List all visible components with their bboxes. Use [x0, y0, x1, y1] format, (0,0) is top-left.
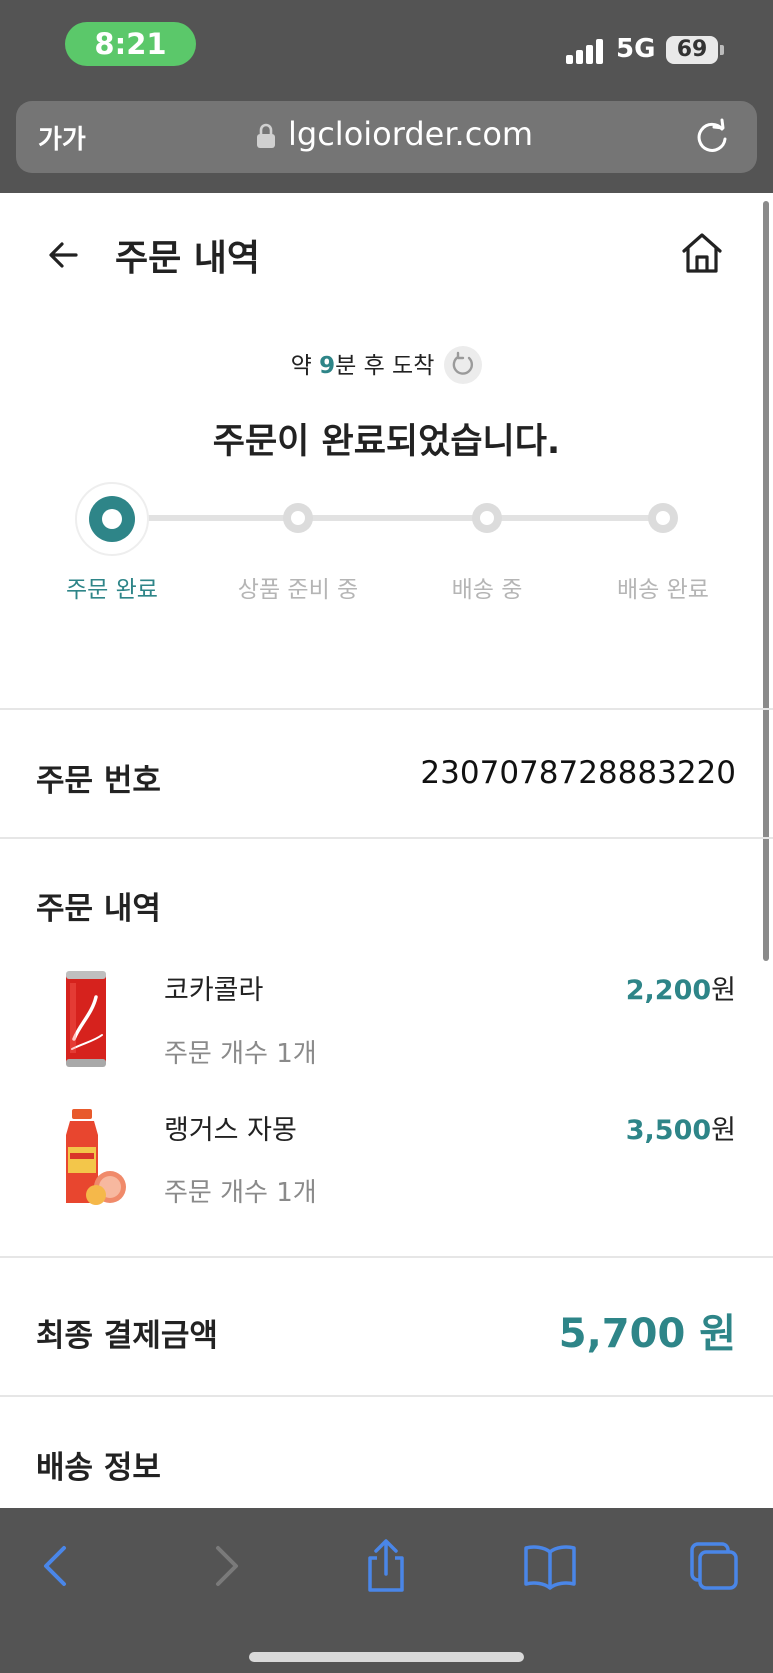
browser-toolbar	[0, 1508, 773, 1673]
refresh-icon	[453, 351, 474, 375]
divider	[0, 708, 773, 710]
eta-suffix: 분 후 도착	[335, 353, 435, 379]
back-icon[interactable]	[30, 1538, 86, 1594]
order-page: 주문 내역 약 9분 후 도착 주문이 완료되었습니다. 주문 완료 상품 준비…	[0, 193, 773, 1508]
step-label-delivering: 배송 중	[451, 577, 523, 603]
url-text[interactable]: lgcloiorder.com	[288, 115, 533, 153]
order-number-value: 2307078728883220	[420, 755, 736, 791]
coca-cola-can-image	[66, 971, 106, 1067]
total-label: 최종 결제금액	[36, 1318, 218, 1354]
shipping-info-label: 배송 정보	[36, 1450, 161, 1486]
item-price: 2,200원	[626, 968, 736, 1007]
home-indicator	[249, 1652, 524, 1662]
forward-icon[interactable]	[196, 1538, 252, 1594]
back-arrow-icon[interactable]	[42, 233, 86, 277]
address-bar[interactable]: 가가 lgcloiorder.com	[16, 101, 757, 173]
divider	[0, 1395, 773, 1397]
text-size-button[interactable]: 가가	[38, 119, 86, 156]
item-quantity: 주문 개수 1개	[164, 1178, 317, 1208]
step-dot-order-complete	[89, 496, 135, 542]
network-type: 5G	[616, 34, 656, 64]
home-icon[interactable]	[678, 229, 726, 277]
eta-text: 약 9분 후 도착	[0, 345, 773, 386]
item-name: 랭거스 자몽	[164, 1115, 297, 1146]
battery-icon: 69	[666, 36, 718, 64]
item-quantity: 주문 개수 1개	[164, 1039, 317, 1069]
step-label-order-complete: 주문 완료	[66, 577, 158, 603]
total-price: 5,700 원	[558, 1311, 736, 1357]
status-time: 8:21	[65, 22, 196, 66]
order-items-label: 주문 내역	[36, 891, 161, 927]
lock-icon	[257, 123, 275, 148]
item-price: 3,500원	[626, 1108, 736, 1147]
share-icon[interactable]	[358, 1538, 414, 1594]
order-complete-headline: 주문이 완료되었습니다.	[212, 422, 561, 462]
item-price-value: 2,200	[625, 975, 712, 1006]
eta-prefix: 약	[290, 353, 320, 379]
scrollbar[interactable]	[763, 201, 769, 961]
status-bar: 8:21 5G 69	[0, 0, 773, 100]
divider	[0, 837, 773, 839]
step-label-preparing: 상품 준비 중	[237, 577, 359, 603]
eta-minutes: 9	[319, 353, 336, 379]
reload-icon[interactable]	[692, 117, 732, 157]
browser-bar: 가가 lgcloiorder.com	[0, 100, 773, 193]
step-dot-preparing	[283, 503, 313, 533]
item-price-value: 3,500	[625, 1115, 712, 1146]
page-title: 주문 내역	[115, 238, 261, 279]
item-price-currency: 원	[711, 1115, 736, 1146]
step-label-delivered: 배송 완료	[617, 577, 709, 603]
tabs-icon[interactable]	[686, 1538, 742, 1594]
refresh-eta-button[interactable]	[444, 345, 483, 384]
item-price-currency: 원	[711, 975, 736, 1006]
item-name: 코카콜라	[164, 975, 264, 1006]
order-number-label: 주문 번호	[36, 763, 161, 799]
progress-track	[112, 515, 664, 521]
battery-nub	[720, 45, 724, 55]
bookmarks-icon[interactable]	[522, 1538, 578, 1594]
divider	[0, 1256, 773, 1258]
step-dot-delivering	[472, 503, 502, 533]
step-dot-delivered	[648, 503, 678, 533]
grapefruit-juice-bottle-image	[66, 1109, 126, 1205]
signal-icon	[566, 38, 606, 64]
